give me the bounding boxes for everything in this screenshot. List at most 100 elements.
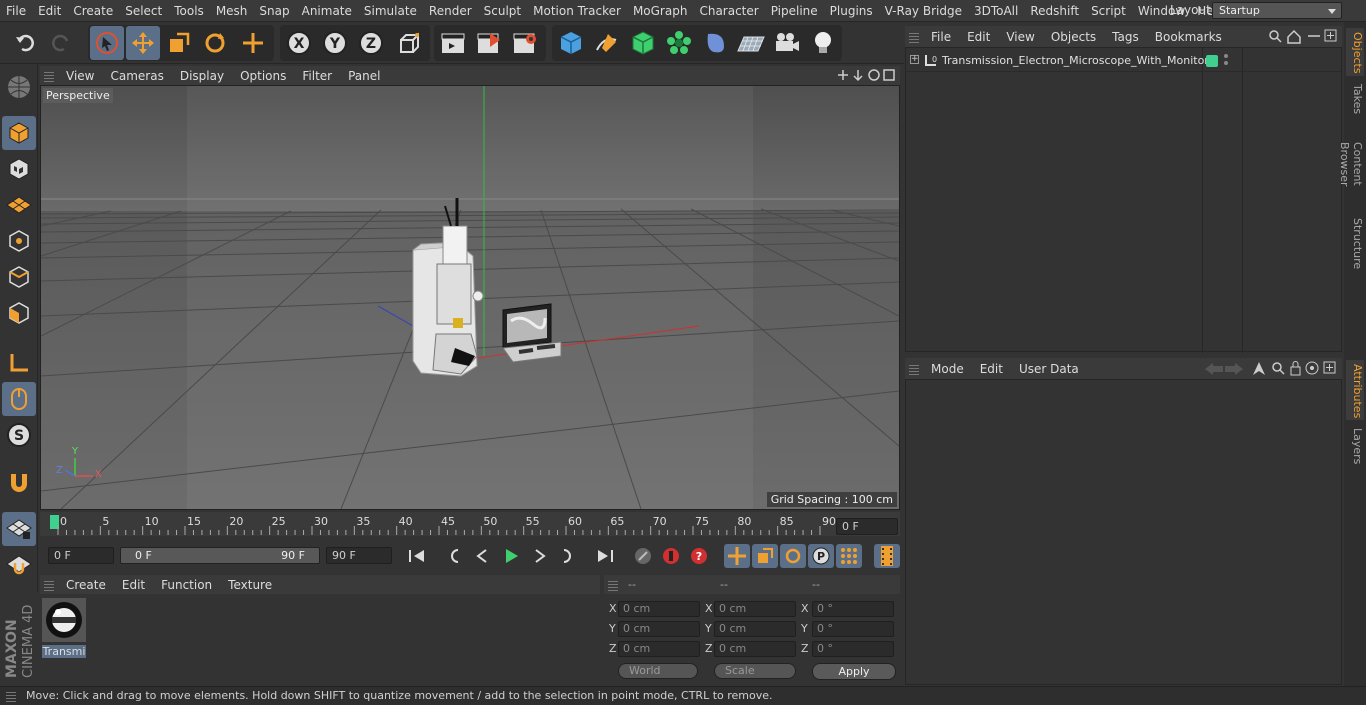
end-frame-field[interactable]: 90 F: [326, 547, 392, 564]
current-frame-field[interactable]: 0 F: [836, 518, 898, 535]
material-item[interactable]: Transmi: [42, 598, 86, 658]
coordinate-system-button[interactable]: [392, 26, 426, 60]
viewport-menu-panel[interactable]: Panel: [340, 69, 388, 83]
tab-content-browser[interactable]: Content Browser: [1338, 120, 1364, 208]
render-view-button[interactable]: [436, 26, 470, 60]
menu-vray-bridge[interactable]: V-Ray Bridge: [879, 4, 968, 18]
apply-button[interactable]: Apply: [812, 663, 896, 680]
menu-sculpt[interactable]: Sculpt: [478, 4, 527, 18]
coordinate-space-dropdown[interactable]: World: [618, 663, 698, 679]
menu-edit[interactable]: Edit: [32, 4, 67, 18]
edges-mode-button[interactable]: [2, 260, 36, 294]
key-rotation-button[interactable]: [780, 544, 806, 568]
go-to-end-button[interactable]: [592, 544, 618, 568]
move-tool-button[interactable]: [126, 26, 160, 60]
render-visibility-dot[interactable]: [1224, 61, 1228, 65]
key-pla-button[interactable]: [836, 544, 862, 568]
size-mode-dropdown[interactable]: Scale: [714, 663, 796, 679]
workplane-lock-button[interactable]: [2, 512, 36, 546]
tweak-mode-button[interactable]: [2, 382, 36, 416]
workplane-snap-button[interactable]: [2, 548, 36, 582]
scale-tool-button[interactable]: [162, 26, 196, 60]
workplane-button[interactable]: [2, 188, 36, 222]
panel-grip-icon[interactable]: [44, 69, 54, 82]
rot-p-field[interactable]: 0 °: [812, 621, 894, 637]
tab-takes[interactable]: Takes: [1346, 80, 1364, 116]
record-keys-button[interactable]: [630, 544, 656, 568]
tab-structure[interactable]: Structure: [1346, 214, 1364, 270]
previous-key-button[interactable]: [442, 544, 468, 568]
menu-3dtoall[interactable]: 3DToAll: [968, 4, 1024, 18]
tab-objects[interactable]: Objects: [1346, 28, 1364, 76]
autokey-button[interactable]: [658, 544, 684, 568]
points-mode-button[interactable]: [2, 224, 36, 258]
size-z-field[interactable]: 0 cm: [714, 641, 796, 657]
panel-grip-icon[interactable]: [909, 362, 919, 375]
frame-range-slider[interactable]: 0 F 90 F: [120, 547, 320, 564]
viewport-menu-options[interactable]: Options: [232, 69, 294, 83]
objects-menu-tags[interactable]: Tags: [1104, 30, 1147, 44]
rot-b-field[interactable]: 0 °: [812, 641, 894, 657]
menu-select[interactable]: Select: [119, 4, 168, 18]
pos-z-field[interactable]: 0 cm: [618, 641, 700, 657]
rotate-tool-button[interactable]: [198, 26, 232, 60]
rot-h-field[interactable]: 0 °: [812, 601, 894, 617]
snap-toggle-button[interactable]: S: [2, 418, 36, 452]
menu-script[interactable]: Script: [1085, 4, 1132, 18]
viewport-menu-display[interactable]: Display: [172, 69, 232, 83]
add-pen-spline-button[interactable]: [590, 26, 624, 60]
texture-mode-button[interactable]: [2, 152, 36, 186]
menu-plugins[interactable]: Plugins: [824, 4, 879, 18]
axis-mode-button[interactable]: [2, 346, 36, 380]
key-scale-button[interactable]: [752, 544, 778, 568]
size-y-field[interactable]: 0 cm: [714, 621, 796, 637]
editor-visibility-dot[interactable]: [1224, 54, 1228, 58]
size-x-field[interactable]: 0 cm: [714, 601, 796, 617]
material-menu-function[interactable]: Function: [153, 578, 220, 592]
model-mode-button[interactable]: [2, 116, 36, 150]
start-frame-field[interactable]: 0 F: [48, 547, 114, 564]
objects-menu-view[interactable]: View: [998, 30, 1042, 44]
menu-character[interactable]: Character: [693, 4, 764, 18]
x-axis-button[interactable]: X: [282, 26, 316, 60]
objects-menu-objects[interactable]: Objects: [1043, 30, 1104, 44]
menu-file[interactable]: File: [0, 4, 32, 18]
objects-menu-file[interactable]: File: [923, 30, 959, 44]
render-picture-viewer-button[interactable]: [472, 26, 506, 60]
undo-button[interactable]: [8, 26, 42, 60]
viewport-nav-icons[interactable]: [836, 68, 896, 83]
timeline-window-button[interactable]: [874, 544, 900, 568]
pos-y-field[interactable]: 0 cm: [618, 621, 700, 637]
menu-snap[interactable]: Snap: [253, 4, 295, 18]
menu-simulate[interactable]: Simulate: [358, 4, 423, 18]
recent-tool-button[interactable]: [236, 26, 270, 60]
objects-menu-bookmarks[interactable]: Bookmarks: [1147, 30, 1230, 44]
magnet-button[interactable]: [2, 466, 36, 500]
object-row[interactable]: + 0 Transmission_Electron_Microscope_Wit…: [906, 50, 1341, 72]
render-settings-button[interactable]: [508, 26, 542, 60]
viewport-menu-filter[interactable]: Filter: [294, 69, 340, 83]
objects-header-icons[interactable]: [1268, 29, 1338, 44]
next-key-button[interactable]: [554, 544, 580, 568]
timeline-ruler[interactable]: 0 5 10 15 20 25 30 35 40 45 50 55 60 65 70 75 80 85 90 0 F: [40, 512, 900, 536]
menu-redshift[interactable]: Redshift: [1024, 4, 1085, 18]
attributes-header-icons[interactable]: [1203, 361, 1338, 376]
key-parameter-button[interactable]: P: [808, 544, 834, 568]
add-floor-button[interactable]: [734, 26, 768, 60]
object-name[interactable]: Transmission_Electron_Microscope_With_Mo…: [942, 54, 1209, 67]
add-cloner-button[interactable]: [662, 26, 696, 60]
menu-render[interactable]: Render: [423, 4, 478, 18]
tab-attributes[interactable]: Attributes: [1346, 360, 1364, 420]
perspective-viewport[interactable]: Y X Z Perspective Grid Spacing : 100 cm: [40, 85, 900, 510]
add-subdivision-button[interactable]: [626, 26, 660, 60]
expand-toggle-icon[interactable]: +: [910, 55, 919, 64]
live-selection-button[interactable]: [90, 26, 124, 60]
tab-layers[interactable]: Layers: [1346, 424, 1364, 464]
menu-pipeline[interactable]: Pipeline: [765, 4, 824, 18]
panel-grip-icon[interactable]: [909, 30, 919, 43]
next-frame-button[interactable]: [526, 544, 552, 568]
objects-menu-edit[interactable]: Edit: [959, 30, 998, 44]
polygons-mode-button[interactable]: [2, 296, 36, 330]
previous-frame-button[interactable]: [470, 544, 496, 568]
go-to-start-button[interactable]: [404, 544, 430, 568]
